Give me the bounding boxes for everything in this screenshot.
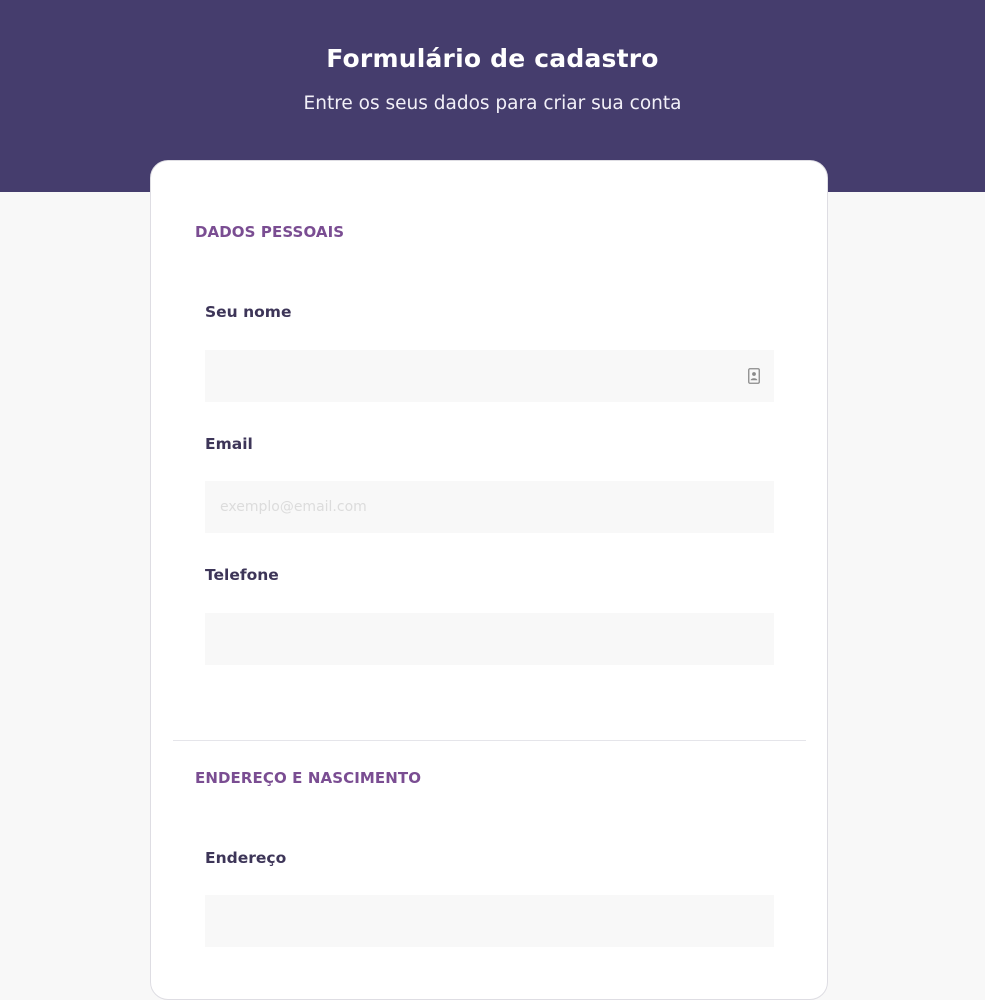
email-input[interactable] bbox=[205, 481, 774, 533]
page-title: Formulário de cadastro bbox=[326, 44, 659, 73]
contact-card-icon[interactable] bbox=[748, 368, 760, 384]
address-label: Endereço bbox=[205, 849, 287, 867]
email-label: Email bbox=[205, 435, 253, 453]
name-input[interactable] bbox=[205, 350, 774, 402]
name-label: Seu nome bbox=[205, 303, 292, 321]
phone-input[interactable] bbox=[205, 613, 774, 665]
phone-label: Telefone bbox=[205, 566, 279, 584]
address-input[interactable] bbox=[205, 895, 774, 947]
registration-form: DADOS PESSOAIS Seu nome Email Telefone E… bbox=[150, 160, 828, 1000]
section-divider bbox=[173, 740, 806, 741]
section-title-address-birth: ENDEREÇO E NASCIMENTO bbox=[195, 769, 422, 787]
page-subtitle: Entre os seus dados para criar sua conta bbox=[303, 93, 682, 114]
section-title-personal-data: DADOS PESSOAIS bbox=[195, 223, 345, 241]
